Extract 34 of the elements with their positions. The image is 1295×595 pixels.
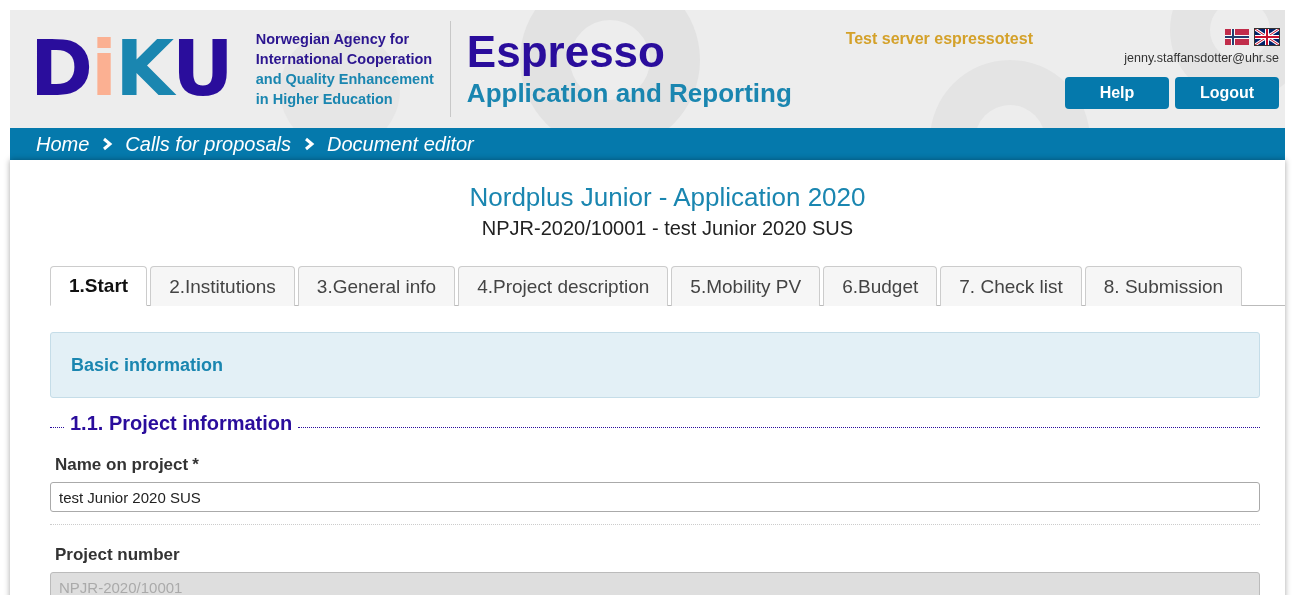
uk-flag-icon[interactable] — [1255, 29, 1279, 45]
app-title: Espresso — [466, 29, 666, 74]
breadcrumb-link[interactable]: Document editor — [327, 132, 474, 156]
field-label: Project number — [55, 545, 180, 565]
section-heading: 1.1. Project information — [70, 412, 293, 435]
field-label: Name on project — [55, 455, 189, 475]
help-button[interactable]: Help — [1065, 77, 1169, 109]
tab[interactable]: 2.Institutions — [150, 266, 295, 306]
tab[interactable]: 4.Project description — [458, 266, 669, 306]
user-email: jenny.staffansdotter@uhr.se — [1124, 51, 1279, 65]
panel-heading: Basic information — [71, 354, 224, 376]
app-subtitle: Application and Reporting — [466, 77, 792, 109]
agency-name-line: in Higher Education — [255, 90, 394, 109]
tab[interactable]: 6.Budget — [823, 266, 938, 306]
logo: DiKU — [30, 31, 232, 107]
tab[interactable]: 3.General info — [297, 266, 456, 306]
text-field[interactable]: test Junior 2020 SUS — [50, 482, 1260, 512]
logout-button[interactable]: Logout — [1175, 77, 1279, 109]
chevron-right-icon — [101, 137, 114, 151]
server-notice: Test server espressotest — [845, 30, 1033, 48]
breadcrumb-link[interactable]: Calls for proposals — [125, 132, 291, 156]
tab[interactable]: 5.Mobility PV — [671, 266, 821, 306]
norwegian-flag-icon[interactable] — [1225, 29, 1249, 45]
tab[interactable]: 8. Submission — [1084, 266, 1243, 306]
agency-name-line: International Cooperation — [255, 50, 434, 69]
document-title: Nordplus Junior - Application 2020 — [469, 182, 866, 213]
breadcrumb-link[interactable]: Home — [36, 132, 90, 156]
agency-name-line: Norwegian Agency for — [255, 30, 411, 49]
chevron-right-icon — [303, 137, 315, 151]
tab[interactable]: 7. Check list — [940, 266, 1082, 306]
required-mark: * — [192, 455, 199, 475]
document-subtitle: NPJR-2020/10001 - test Junior 2020 SUS — [481, 217, 854, 240]
agency-name-line: and Quality Enhancement — [255, 70, 434, 89]
tab[interactable]: 1.Start — [50, 266, 148, 306]
